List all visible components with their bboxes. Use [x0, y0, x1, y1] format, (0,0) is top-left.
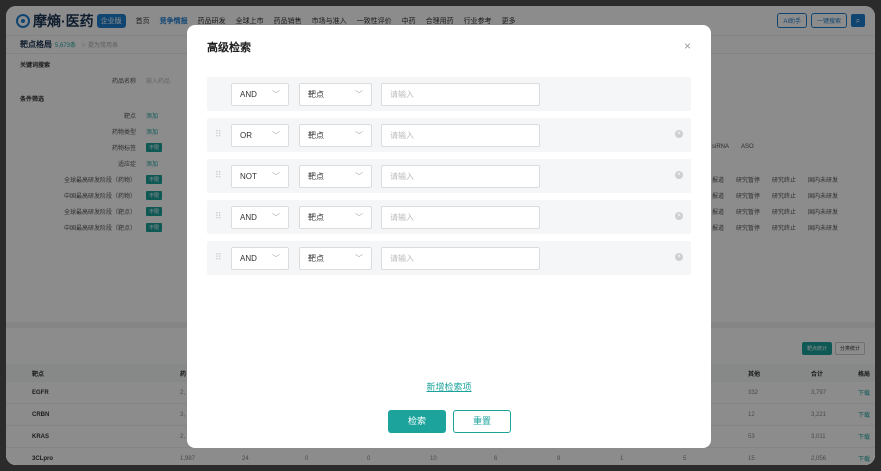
condition-row: AND ﹀ 靶点 ﹀ 请输入 — [207, 77, 691, 111]
operator-value: NOT — [240, 172, 257, 181]
condition-input[interactable]: 请输入 — [381, 124, 540, 147]
drag-handle-icon[interactable]: ⠿ — [215, 211, 222, 222]
drag-handle-icon[interactable]: ⠿ — [215, 170, 222, 181]
remove-icon[interactable]: × — [675, 253, 683, 261]
condition-row: ⠿ NOT ﹀ 靶点 ﹀ 请输入 × — [207, 159, 691, 193]
condition-input[interactable]: 请输入 — [381, 206, 540, 229]
condition-input[interactable]: 请输入 — [381, 165, 540, 188]
drag-handle-icon[interactable]: ⠿ — [215, 129, 222, 140]
operator-value: AND — [240, 213, 257, 222]
operator-value: OR — [240, 131, 252, 140]
field-value: 靶点 — [308, 131, 324, 140]
add-condition-link[interactable]: 新增检索项 — [187, 380, 711, 393]
field-select[interactable]: 靶点 ﹀ — [299, 165, 372, 188]
condition-row: ⠿ AND ﹀ 靶点 ﹀ 请输入 × — [207, 241, 691, 275]
field-select[interactable]: 靶点 ﹀ — [299, 247, 372, 270]
chevron-down-icon: ﹀ — [355, 172, 363, 181]
condition-input[interactable]: 请输入 — [381, 247, 540, 270]
field-select[interactable]: 靶点 ﹀ — [299, 124, 372, 147]
chevron-down-icon: ﹀ — [355, 90, 363, 99]
search-button[interactable]: 检索 — [388, 410, 446, 433]
field-select[interactable]: 靶点 ﹀ — [299, 206, 372, 229]
operator-select[interactable]: AND ﹀ — [231, 247, 289, 270]
remove-icon[interactable]: × — [675, 171, 683, 179]
chevron-down-icon: ﹀ — [272, 90, 280, 99]
chevron-down-icon: ﹀ — [272, 172, 280, 181]
condition-input[interactable]: 请输入 — [381, 83, 540, 106]
operator-value: AND — [240, 90, 257, 99]
condition-row: ⠿ AND ﹀ 靶点 ﹀ 请输入 × — [207, 200, 691, 234]
chevron-down-icon: ﹀ — [272, 254, 280, 263]
app-window: 摩熵·医药 企业版 首页 竞争情报 药品研发 全球上市 药品销售 市场与准入 一… — [6, 6, 875, 465]
drag-handle-icon[interactable]: ⠿ — [215, 252, 222, 263]
chevron-down-icon: ﹀ — [355, 213, 363, 222]
chevron-down-icon: ﹀ — [355, 254, 363, 263]
chevron-down-icon: ﹀ — [272, 131, 280, 140]
field-value: 靶点 — [308, 213, 324, 222]
operator-select[interactable]: NOT ﹀ — [231, 165, 289, 188]
operator-select[interactable]: OR ﹀ — [231, 124, 289, 147]
field-value: 靶点 — [308, 90, 324, 99]
reset-button[interactable]: 重置 — [453, 410, 511, 433]
dialog-title: 高级检索 — [207, 42, 251, 54]
remove-icon[interactable]: × — [675, 130, 683, 138]
field-value: 靶点 — [308, 254, 324, 263]
operator-select[interactable]: AND ﹀ — [231, 83, 289, 106]
condition-row: ⠿ OR ﹀ 靶点 ﹀ 请输入 × — [207, 118, 691, 152]
chevron-down-icon: ﹀ — [272, 213, 280, 222]
close-icon[interactable]: × — [684, 39, 691, 53]
remove-icon[interactable]: × — [675, 212, 683, 220]
advanced-search-dialog: 高级检索 × AND ﹀ 靶点 ﹀ 请输入 ⠿ OR ﹀ 靶点 ﹀ 请输入 × ⠿ NO… — [187, 25, 711, 448]
field-select[interactable]: 靶点 ﹀ — [299, 83, 372, 106]
chevron-down-icon: ﹀ — [355, 131, 363, 140]
operator-select[interactable]: AND ﹀ — [231, 206, 289, 229]
operator-value: AND — [240, 254, 257, 263]
field-value: 靶点 — [308, 172, 324, 181]
